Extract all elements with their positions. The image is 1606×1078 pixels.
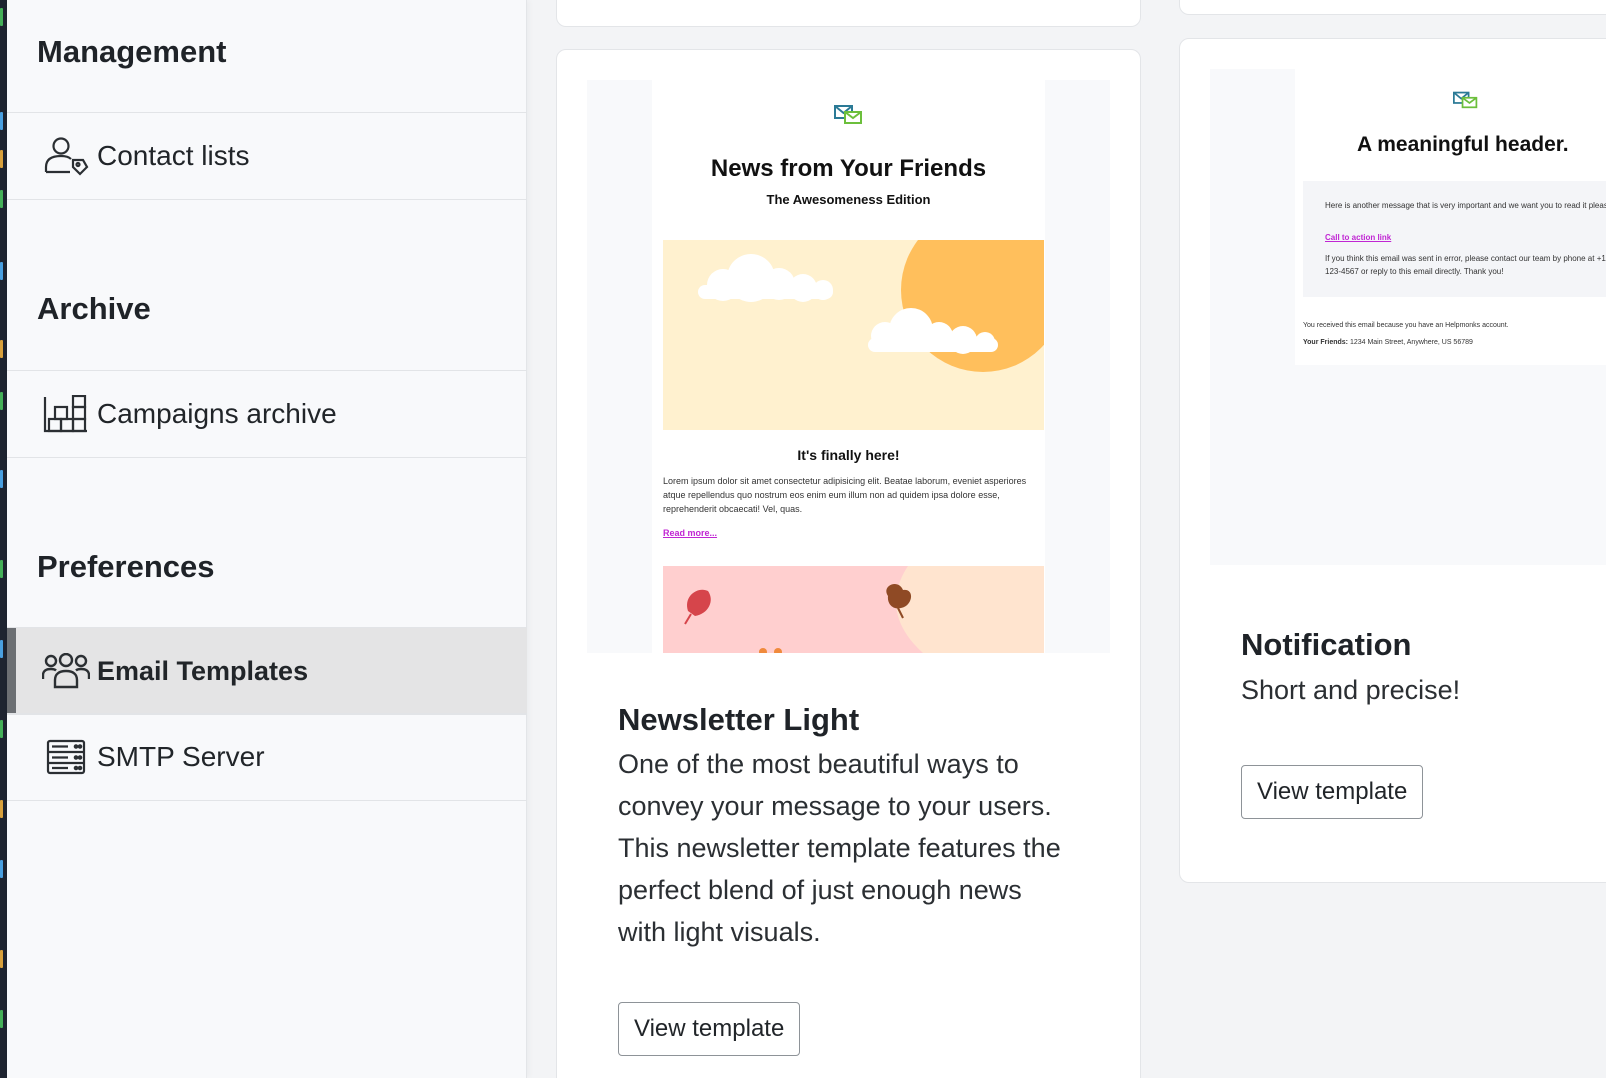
preview-subtitle: The Awesomeness Edition xyxy=(766,192,931,207)
preview-address-label: Your Friends: xyxy=(1303,339,1348,346)
window-edge xyxy=(0,0,7,1078)
sidebar-item-campaigns-archive[interactable]: Campaigns archive xyxy=(7,370,527,458)
logo-mail-icon xyxy=(834,105,862,124)
sidebar-item-label: SMTP Server xyxy=(97,741,265,772)
preview-address-text: 1234 Main Street, Anywhere, US 56789 xyxy=(1349,339,1473,346)
preview-message: Here is another message that is very imp… xyxy=(1325,201,1606,210)
leaves-illustration xyxy=(663,566,1044,653)
server-icon xyxy=(41,737,91,777)
section-title-archive: Archive xyxy=(37,291,151,326)
preview-cta-link: Call to action link xyxy=(1325,233,1392,242)
hero-illustration xyxy=(663,240,1044,430)
archive-shelves-icon xyxy=(41,394,91,434)
template-preview[interactable]: News from Your Friends The Awesomeness E… xyxy=(587,80,1110,653)
view-template-button[interactable]: View template xyxy=(1241,765,1424,819)
preview-notice: If you think this email was sent in erro… xyxy=(1325,254,1606,276)
template-description: Short and precise! xyxy=(1241,675,1461,705)
preview-title: A meaningful header. xyxy=(1357,133,1569,156)
preview-title: News from Your Friends xyxy=(710,155,987,182)
template-name: Notification xyxy=(1241,627,1412,662)
sidebar-item-label: Campaigns archive xyxy=(97,398,337,429)
preview-read-more-link: Read more... xyxy=(663,528,718,538)
view-template-button[interactable]: View template xyxy=(618,1002,801,1056)
sidebar-item-smtp-server[interactable]: SMTP Server xyxy=(7,713,527,801)
preview-body: Lorem ipsum dolor sit amet consectetur a… xyxy=(663,476,1027,514)
section-title-management: Management xyxy=(37,34,227,69)
users-group-icon xyxy=(41,651,91,691)
template-preview[interactable]: A meaningful header. Here is another mes… xyxy=(1210,69,1606,565)
sidebar-item-contact-lists[interactable]: Contact lists xyxy=(7,112,527,200)
template-card-newsletter-light: News from Your Friends The Awesomeness E… xyxy=(556,49,1141,1078)
template-description: One of the most beautiful ways to convey… xyxy=(618,749,1061,947)
logo-mail-icon xyxy=(1453,91,1478,109)
preview-heading: It's finally here! xyxy=(797,447,900,463)
section-title-preferences: Preferences xyxy=(37,549,215,584)
sidebar-item-email-templates[interactable]: Email Templates xyxy=(7,627,527,715)
user-tag-icon xyxy=(41,136,91,176)
preview-message-box: Here is another message that is very imp… xyxy=(1303,181,1606,297)
sidebar-item-label: Email Templates xyxy=(97,655,309,686)
template-name: Newsletter Light xyxy=(618,702,860,737)
sidebar: Management Contact lists Archive Campaig… xyxy=(7,0,527,1078)
template-card-previous xyxy=(1179,0,1606,15)
preview-address: Your Friends: 1234 Main Street, Anywhere… xyxy=(1303,336,1606,350)
sidebar-item-label: Contact lists xyxy=(97,140,250,171)
template-card-previous xyxy=(556,0,1141,27)
preview-footer: You received this email because you have… xyxy=(1303,322,1509,329)
template-card-notification: A meaningful header. Here is another mes… xyxy=(1179,38,1606,883)
